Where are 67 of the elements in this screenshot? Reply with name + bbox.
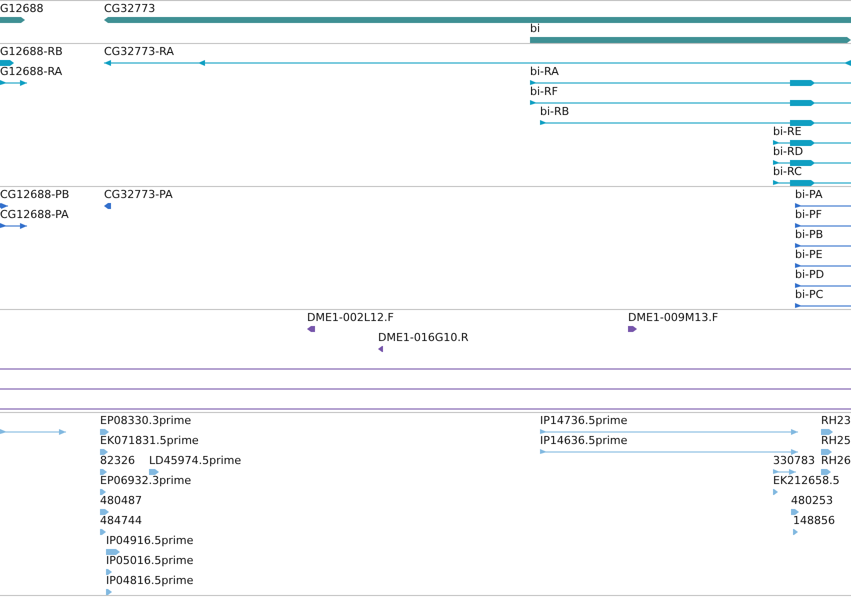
feature-label: RH26 <box>821 454 851 467</box>
feature-label: 480253 <box>791 494 833 507</box>
feature-label: EP08330.3prime <box>100 414 192 427</box>
feature-arrow-bar[interactable] <box>0 16 25 24</box>
feature-line[interactable] <box>795 302 851 310</box>
feature-label: bi-RB <box>540 105 570 118</box>
feature-label: bi-PE <box>795 248 823 261</box>
feature-line[interactable] <box>773 159 851 167</box>
feature-label: bi-PA <box>795 188 822 201</box>
feature-label: bi-PD <box>795 268 824 281</box>
feature-line[interactable] <box>104 59 851 67</box>
feature-label: DME1-002L12.F <box>307 311 394 324</box>
feature-label: IP14636.5prime <box>540 434 628 447</box>
feature-label: EP06932.3prime <box>100 474 192 487</box>
feature-label: RH25 <box>821 434 851 447</box>
feature-label: bi-PB <box>795 228 824 241</box>
feature-label: 480487 <box>100 494 142 507</box>
feature-label: IP04816.5prime <box>106 574 194 587</box>
feature-line[interactable] <box>795 222 851 230</box>
feature-arrow-bar[interactable] <box>307 325 315 333</box>
feature-arrow-bar[interactable] <box>0 59 14 67</box>
feature-label: bi <box>530 22 540 35</box>
feature-label: CG32773-RA <box>104 45 174 58</box>
feature-label: CG12688-PA <box>0 208 69 221</box>
feature-line[interactable] <box>773 139 851 147</box>
feature-line[interactable] <box>0 202 8 210</box>
feature-label: G12688-RA <box>0 65 62 78</box>
feature-label: IP05016.5prime <box>106 554 194 567</box>
feature-arrow-bar[interactable] <box>530 36 851 44</box>
feature-label: bi-PC <box>795 288 824 301</box>
feature-label: CG12688-PB <box>0 188 70 201</box>
feature-line[interactable] <box>530 99 851 107</box>
feature-label: 82326 <box>100 454 135 467</box>
feature-label: CG32773 <box>104 2 156 15</box>
feature-label: G12688-RB <box>0 45 63 58</box>
feature-label: IP14736.5prime <box>540 414 628 427</box>
feature-line[interactable] <box>773 179 851 187</box>
feature-label: 484744 <box>100 514 142 527</box>
feature-label: bi-RE <box>773 125 802 138</box>
feature-line[interactable] <box>0 222 27 230</box>
feature-arrow-bar[interactable] <box>104 16 851 24</box>
feature-label: RH23 <box>821 414 851 427</box>
feature-line[interactable] <box>795 202 851 210</box>
feature-label: LD45974.5prime <box>149 454 242 467</box>
feature-line[interactable] <box>795 262 851 270</box>
feature-label: DME1-009M13.F <box>628 311 718 324</box>
feature-arrow-bar[interactable] <box>104 202 111 210</box>
feature-line[interactable] <box>0 79 27 87</box>
feature-label: CG32773-PA <box>104 188 173 201</box>
feature-line[interactable] <box>540 119 851 127</box>
feature-label: bi-RF <box>530 85 558 98</box>
feature-label: bi-RA <box>530 65 559 78</box>
feature-arrow-bar[interactable] <box>628 325 637 333</box>
feature-line[interactable] <box>530 79 851 87</box>
feature-label: bi-RC <box>773 165 802 178</box>
feature-label: 330783 <box>773 454 815 467</box>
feature-label: IP04916.5prime <box>106 534 194 547</box>
feature-label: DME1-016G10.R <box>378 331 469 344</box>
feature-label: G12688 <box>0 2 44 15</box>
feature-line[interactable] <box>795 242 851 250</box>
feature-label: EK071831.5prime <box>100 434 199 447</box>
feature-arrow-bar[interactable] <box>378 345 383 353</box>
feature-label: 148856 <box>793 514 835 527</box>
feature-label: EK212658.5 <box>773 474 840 487</box>
feature-label: bi-RD <box>773 145 804 158</box>
feature-line[interactable] <box>795 282 851 290</box>
feature-label: bi-PF <box>795 208 822 221</box>
